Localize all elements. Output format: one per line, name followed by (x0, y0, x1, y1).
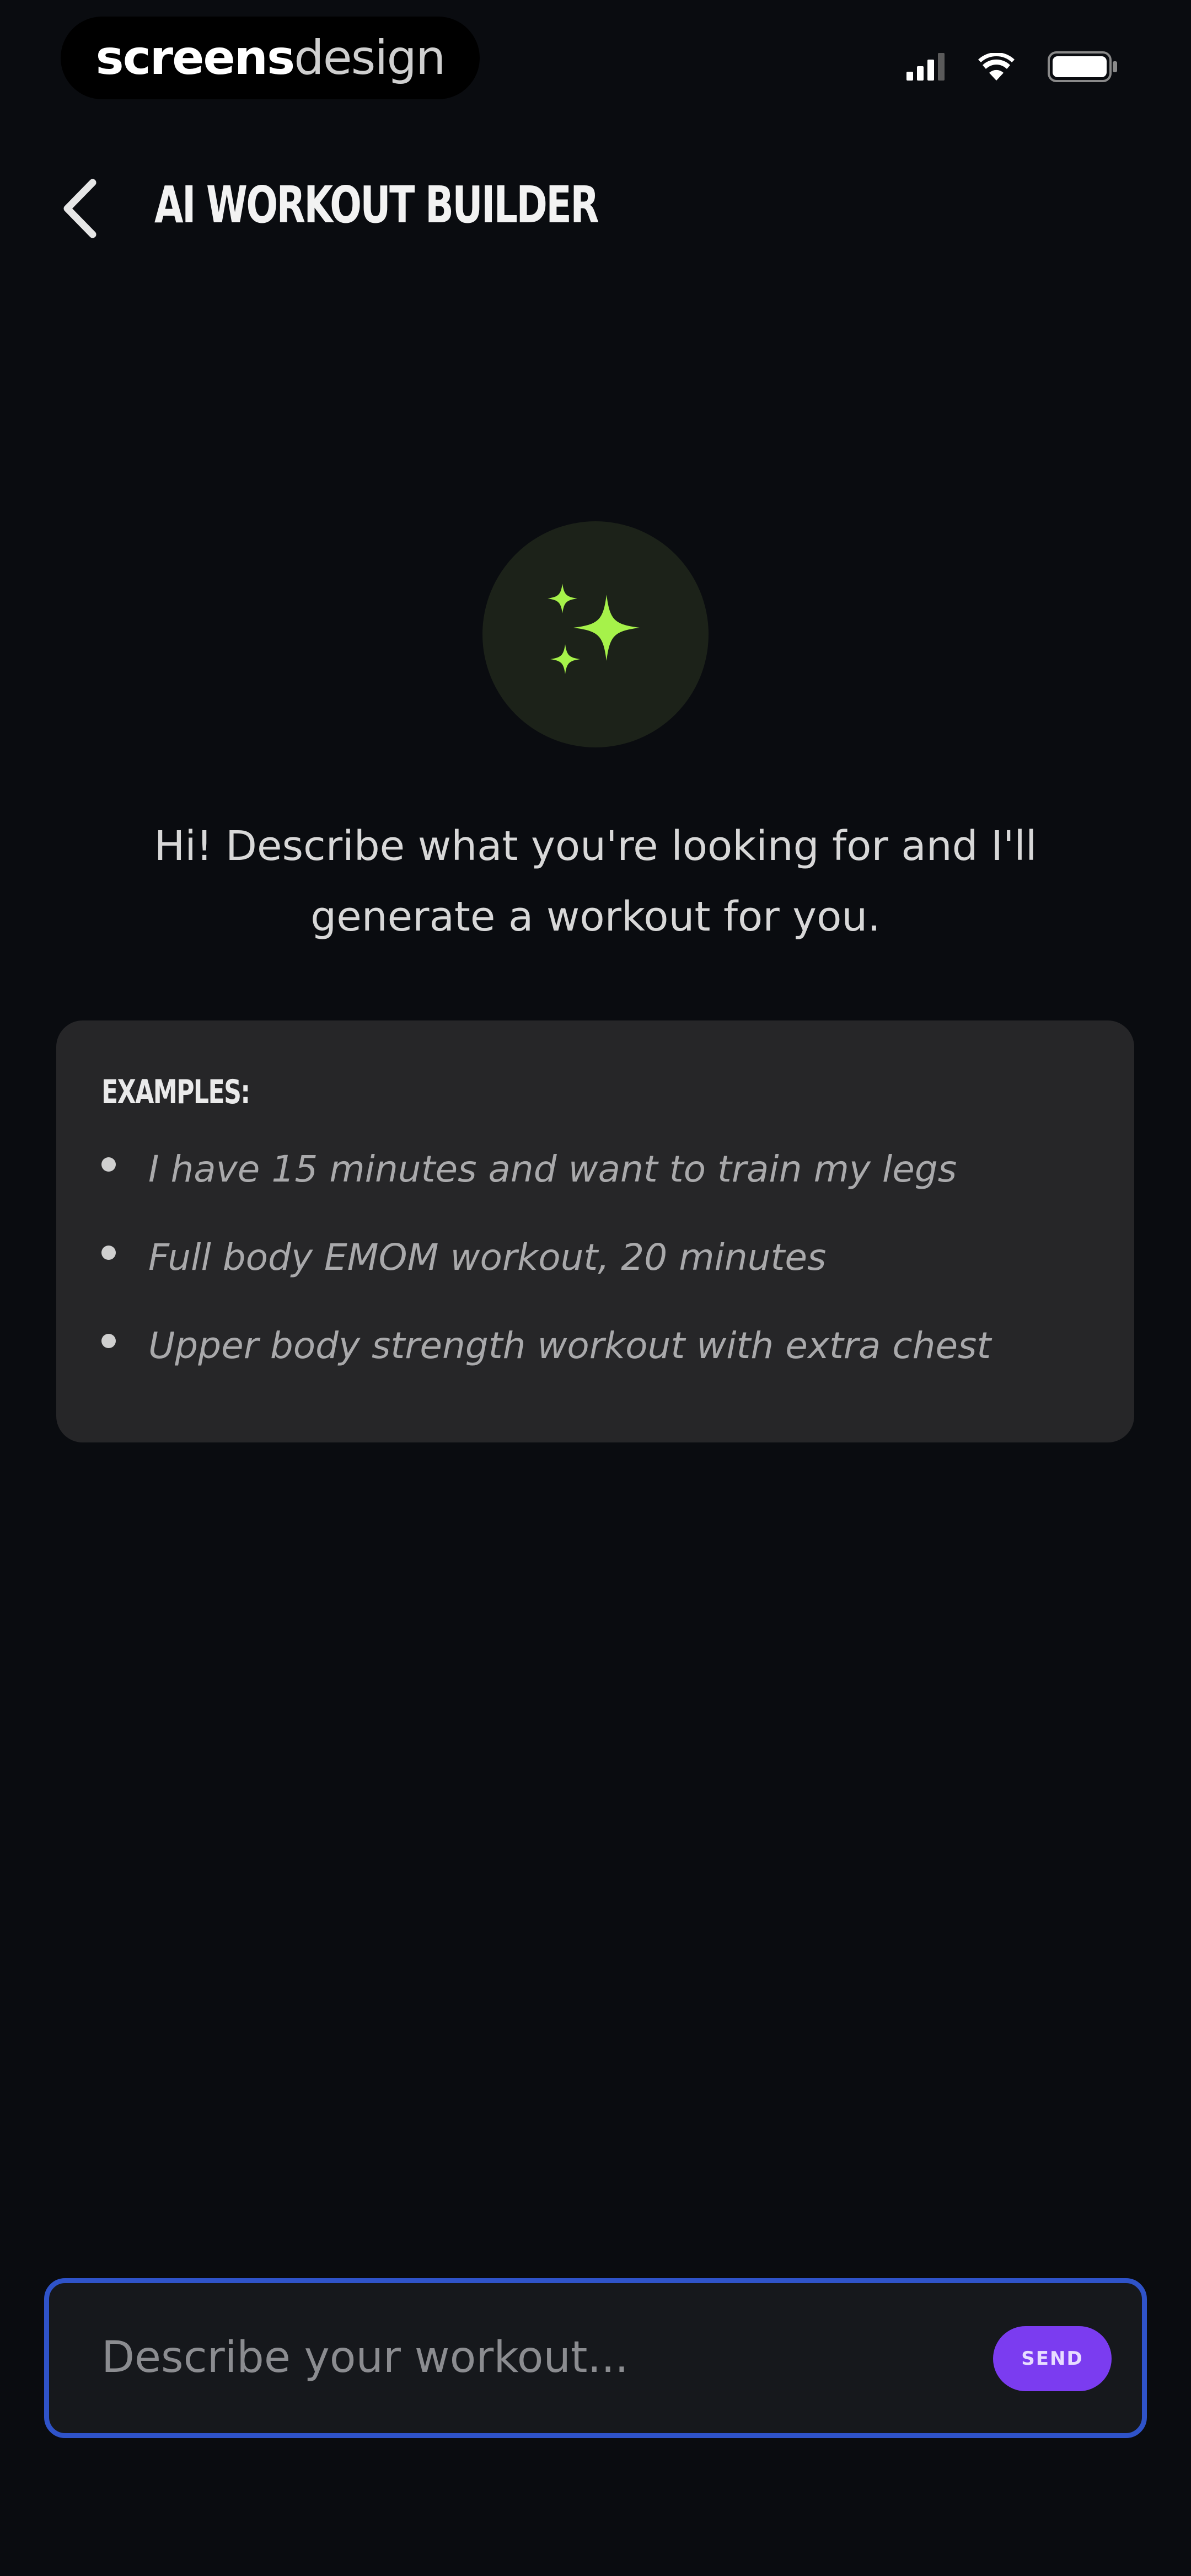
battery-icon (1048, 51, 1119, 84)
example-item[interactable]: Full body EMOM workout, 20 minutes (101, 1236, 1090, 1324)
watermark-text: screensdesign (95, 30, 446, 85)
example-text: I have 15 minutes and want to train my l… (148, 1148, 957, 1190)
example-item[interactable]: Upper body strength workout with extra c… (101, 1324, 1090, 1412)
workout-description-input[interactable] (101, 2311, 962, 2404)
bullet-icon (101, 1246, 116, 1260)
example-text: Full body EMOM workout, 20 minutes (148, 1236, 827, 1279)
page-title: AI WORKOUT BUILDER (154, 175, 599, 234)
sparkle-badge (482, 521, 709, 747)
example-item[interactable]: I have 15 minutes and want to train my l… (101, 1147, 1090, 1236)
wifi-icon (978, 52, 1015, 83)
status-icons (906, 49, 1119, 87)
example-text: Upper body strength workout with extra c… (148, 1324, 991, 1367)
sparkles-icon (535, 573, 656, 696)
status-bar: screensdesign (0, 0, 1191, 127)
bullet-icon (101, 1157, 116, 1172)
composer-bar: SEND (44, 2278, 1147, 2438)
examples-card: EXAMPLES: I have 15 minutes and want to … (56, 1020, 1134, 1442)
intro-text: Hi! Describe what you're looking for and… (154, 822, 1037, 940)
header: AI WORKOUT BUILDER (0, 160, 1191, 259)
bullet-icon (101, 1334, 116, 1348)
examples-heading: EXAMPLES: (101, 1073, 250, 1111)
back-button[interactable] (50, 171, 110, 248)
watermark-bold: screens (95, 30, 296, 85)
chevron-left-icon (61, 178, 99, 241)
watermark-light: design (294, 30, 446, 85)
watermark-logo: screensdesign (61, 17, 480, 99)
example-list: I have 15 minutes and want to train my l… (101, 1147, 1090, 1412)
signal-icon (906, 53, 945, 83)
send-label: SEND (1021, 2348, 1083, 2370)
send-button[interactable]: SEND (993, 2326, 1112, 2391)
